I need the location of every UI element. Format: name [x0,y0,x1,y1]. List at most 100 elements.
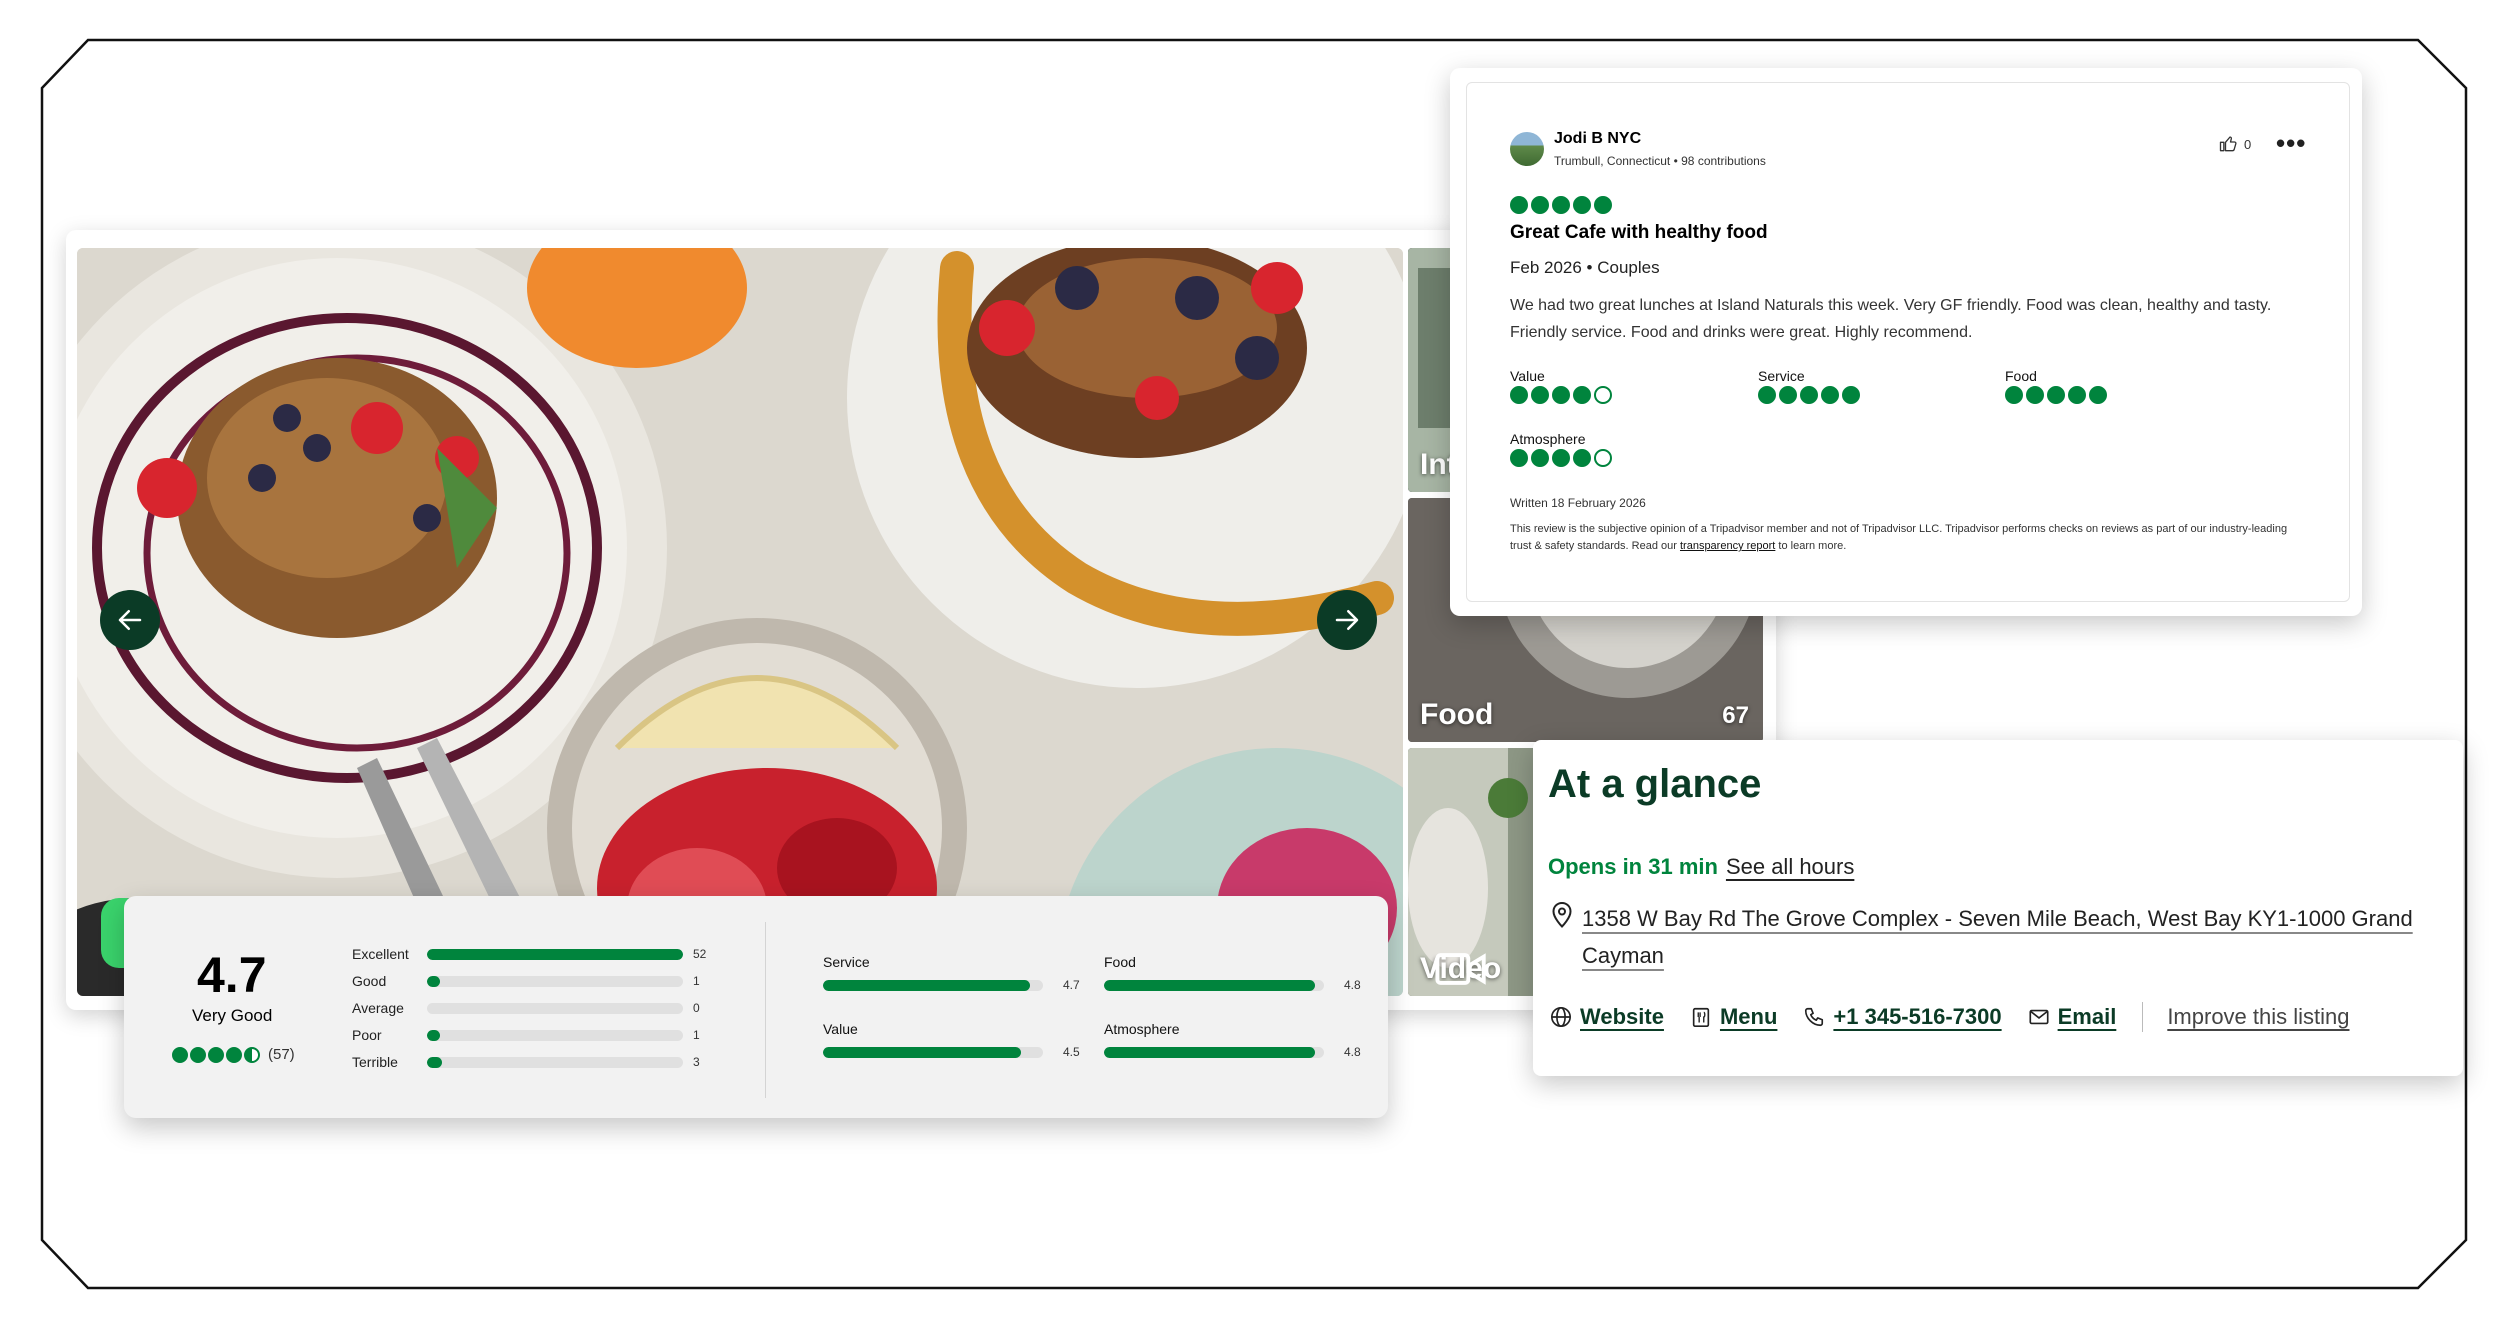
improve-listing-link[interactable]: Improve this listing [2167,1004,2349,1030]
more-options-button[interactable]: ••• [2276,128,2306,159]
bubble-icon [208,1046,224,1063]
subrating-bar-fill [1104,979,1316,991]
next-photo-button[interactable] [1317,590,1377,650]
distribution-bar-fill [427,975,440,987]
review-subrating-label: Atmosphere [1510,431,1586,447]
thumb-food-count: 67 [1722,702,1749,729]
distribution-count: 3 [693,1055,700,1069]
bubble-icon [1531,196,1549,214]
bubble-icon [1510,449,1528,467]
review-bubbles [1510,196,1612,214]
avatar[interactable] [1510,132,1544,166]
bubble-icon [2089,386,2107,404]
distribution-row-average[interactable]: Average 0 [352,1000,700,1016]
disclaimer-text-end: to learn more. [1775,540,1847,552]
bubble-icon [172,1046,188,1063]
subrating-bar [823,979,1043,991]
email-label: Email [2057,1004,2117,1029]
bubble-icon [1510,386,1528,404]
review-subrating-label: Food [2005,368,2037,384]
hours-row: Opens in 31 min See all hours [1548,854,1854,880]
subrating-value: 4.8 [1344,1045,1361,1059]
previous-photo-button[interactable] [100,590,160,650]
distribution-label: Average [352,1000,404,1016]
subrating-bar [823,1046,1043,1058]
helpful-vote-button[interactable]: 0 [2218,134,2251,154]
distribution-row-poor[interactable]: Poor 1 [352,1027,700,1043]
video-camera-icon [1435,953,1486,985]
thumbs-up-icon [2219,136,2237,152]
distribution-row-good[interactable]: Good 1 [352,973,700,989]
bubble-icon [226,1046,242,1063]
phone-label: +1 345-516-7300 [1833,1004,2002,1029]
subrating-bar [1104,979,1324,991]
distribution-count: 52 [693,947,707,961]
review-subrating-value: Value [1510,368,1612,404]
map-pin-icon [1552,902,1572,928]
thumb-food-label: Food [1420,698,1494,731]
review-body: We had two great lunches at Island Natur… [1510,297,2272,341]
distribution-bar [427,975,683,987]
subrating-label: Atmosphere [1104,1021,1180,1037]
thumb-video-label: Video [1420,952,1501,986]
reviewer-meta: Trumbull, Connecticut • 98 contributions [1554,154,1766,168]
distribution-bar-fill [427,1029,440,1041]
bubble-icon [2047,386,2065,404]
distribution-bar [427,1002,683,1014]
distribution-bar [427,1029,683,1041]
review-disclaimer: This review is the subjective opinion of… [1510,521,2300,555]
distribution-count: 1 [693,1028,700,1042]
address-link[interactable]: 1358 W Bay Rd The Grove Complex - Seven … [1582,900,2452,974]
menu-link[interactable]: Menu [1690,1004,1777,1030]
bubble-icon [1531,449,1549,467]
review-title[interactable]: Great Cafe with healthy food [1510,222,1768,244]
empty-bubble-icon [1594,386,1612,404]
see-all-hours-link[interactable]: See all hours [1726,854,1854,880]
review-subrating-label: Value [1510,368,1545,384]
subrating-bar-fill [823,979,1030,991]
bubble-icon [1594,196,1612,214]
bubble-icon [1510,196,1528,214]
bubble-icon [1573,196,1591,214]
helpful-count: 0 [2244,136,2252,152]
distribution-row-terrible[interactable]: Terrible 3 [352,1054,700,1070]
reviewer-name[interactable]: Jodi B NYC [1554,130,1641,148]
subrating-value: 4.7 [1063,978,1080,992]
email-link[interactable]: Email [2028,1004,2117,1030]
transparency-report-link[interactable]: transparency report [1680,540,1775,552]
overall-score: 4.7 [197,947,267,1003]
bubble-icon [1800,386,1818,404]
distribution-bar-fill [427,948,683,960]
subrating-value: Value 4.5 [823,1021,1080,1059]
review-date: Feb 2026 • Couples [1510,258,1660,277]
rating-label: Very Good [192,1006,273,1025]
bubble-icon [1779,386,1797,404]
subrating-bar [1104,1046,1324,1058]
phone-link[interactable]: +1 345-516-7300 [1803,1004,2002,1030]
distribution-row-excellent[interactable]: Excellent 52 [352,946,706,962]
subrating-label: Value [823,1021,858,1037]
distribution-label: Terrible [352,1054,398,1070]
glance-title: At a glance [1548,762,1762,806]
arrow-left-icon [118,610,142,630]
phone-icon [1805,1007,1824,1027]
bubble-icon [1552,196,1570,214]
links-divider [2142,1002,2144,1032]
globe-icon [1551,1007,1571,1027]
main-photo[interactable] [77,248,1403,996]
review-subrating-service: Service [1758,368,1860,404]
website-link[interactable]: Website [1550,1004,1664,1030]
distribution-bar [427,1056,683,1068]
bubble-icon [2026,386,2044,404]
overall-bubbles: (57) [172,1046,295,1063]
bubble-icon [1573,449,1591,467]
subrating-value: 4.8 [1344,978,1361,992]
bubble-icon [1821,386,1839,404]
review-subrating-atmosphere: Atmosphere [1510,431,1612,467]
rating-summary-card [124,896,1388,1118]
bubble-icon [1573,386,1591,404]
website-label: Website [1580,1004,1664,1029]
distribution-count: 1 [693,974,700,988]
subrating-atmosphere: Atmosphere 4.8 [1104,1021,1361,1059]
bubble-icon [1531,386,1549,404]
